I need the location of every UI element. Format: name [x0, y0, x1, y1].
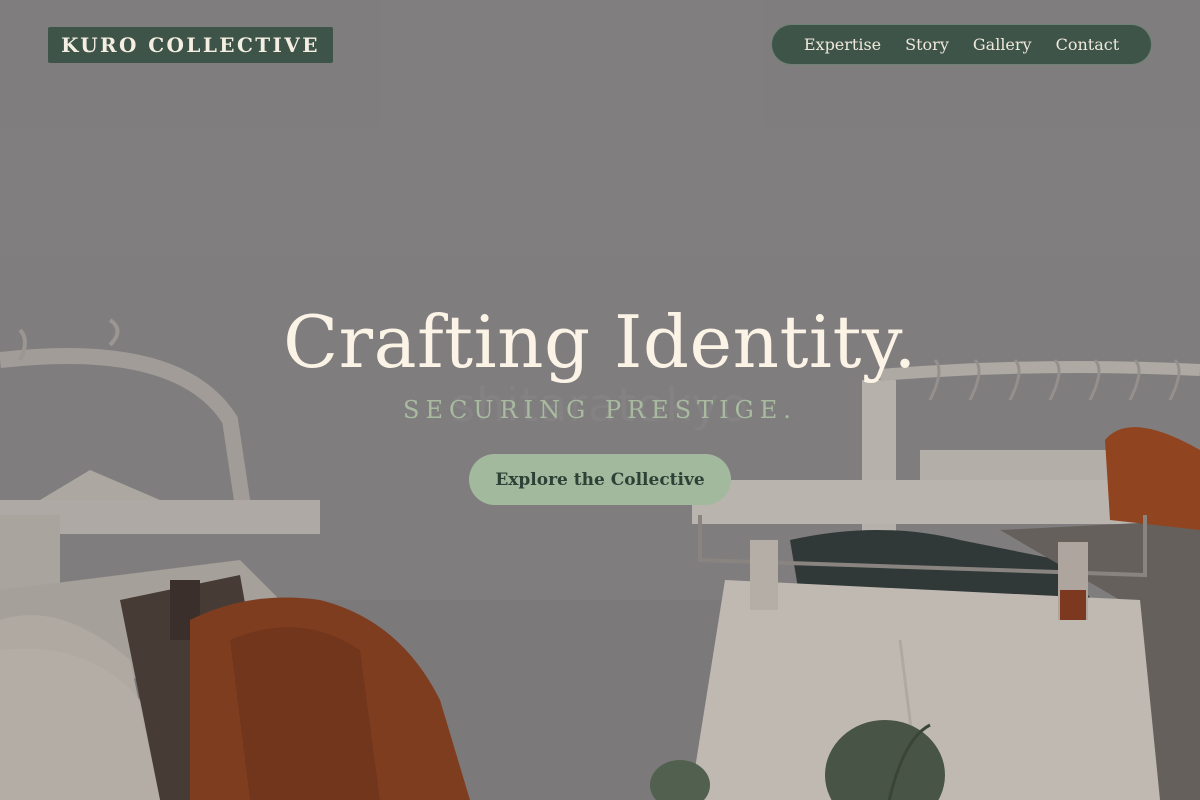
hero-subtitle: SECURING PRESTIGE. — [403, 396, 797, 424]
nav-item-gallery[interactable]: Gallery — [973, 35, 1032, 54]
nav-item-contact[interactable]: Contact — [1056, 35, 1120, 54]
hero-section: Crafting Identity. — [0, 296, 1200, 388]
main-nav: Expertise Story Gallery Contact — [771, 24, 1152, 65]
brand-name: KURO COLLECTIVE — [61, 33, 320, 57]
nav-item-expertise[interactable]: Expertise — [804, 35, 881, 54]
explore-collective-button[interactable]: Explore the Collective — [469, 454, 731, 505]
cta-label: Explore the Collective — [495, 469, 705, 490]
nav-item-story[interactable]: Story — [905, 35, 949, 54]
hero-title: Crafting Identity. — [283, 300, 917, 384]
brand-logo[interactable]: KURO COLLECTIVE — [48, 27, 333, 63]
